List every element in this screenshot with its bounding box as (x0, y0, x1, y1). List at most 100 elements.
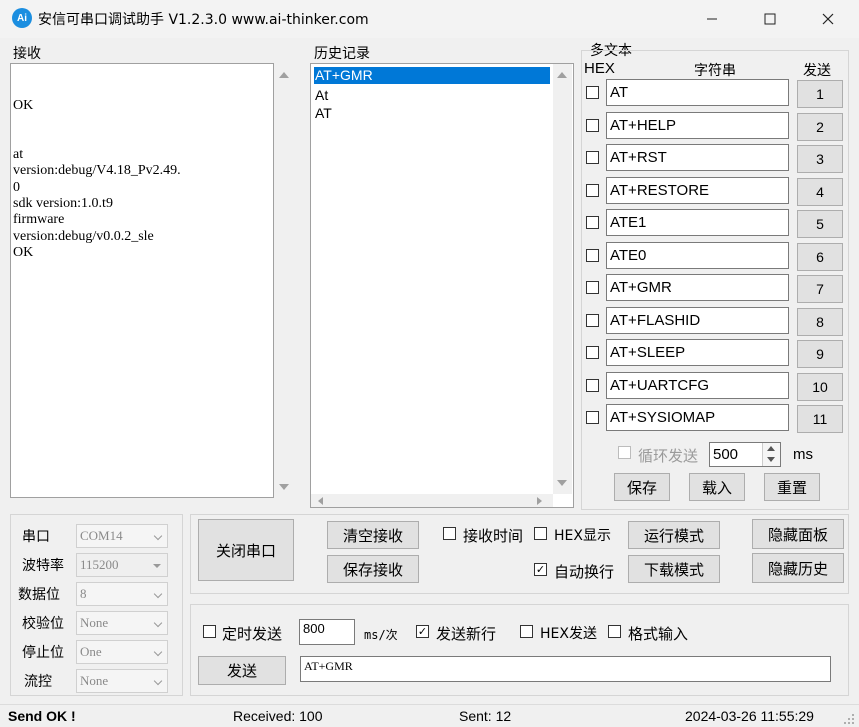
timed-interval-field[interactable]: 800 (299, 619, 355, 645)
port-label: 串口 (22, 529, 50, 545)
download-mode-button[interactable]: 下载模式 (628, 555, 720, 583)
parity-select[interactable]: None (76, 611, 168, 635)
multi-text-field[interactable]: AT+GMR (606, 274, 789, 301)
multi-text-field[interactable]: AT+RESTORE (606, 177, 789, 204)
hex-checkbox[interactable] (586, 216, 599, 229)
multi-text-field[interactable]: ATE1 (606, 209, 789, 236)
loop-interval-spinner[interactable] (762, 443, 780, 466)
hex-checkbox[interactable] (586, 184, 599, 197)
multi-text-field[interactable]: AT (606, 79, 789, 106)
hex-checkbox[interactable] (586, 86, 599, 99)
hex-checkbox[interactable] (586, 249, 599, 262)
baud-select[interactable]: 115200 (76, 553, 168, 577)
scroll-up-icon[interactable] (279, 72, 289, 78)
flow-value: None (80, 673, 109, 688)
history-list[interactable] (310, 63, 574, 508)
scroll-down-icon[interactable] (557, 480, 567, 486)
dropdown-arrow-icon (153, 564, 161, 568)
hide-history-button[interactable]: 隐藏历史 (752, 553, 844, 583)
hex-checkbox[interactable] (586, 281, 599, 294)
load-multi-button[interactable]: 载入 (689, 473, 745, 501)
history-vscrollbar[interactable] (553, 64, 572, 494)
stopbits-label: 停止位 (22, 645, 64, 661)
loop-send-label: 循环发送 (638, 447, 699, 465)
multi-text-field[interactable]: AT+HELP (606, 112, 789, 139)
multi-send-button[interactable]: 8 (797, 308, 843, 336)
close-port-button[interactable]: 关闭串口 (198, 519, 294, 581)
port-select[interactable]: COM14 (76, 524, 168, 548)
multi-send-button[interactable]: 3 (797, 145, 843, 173)
stopbits-select[interactable]: One (76, 640, 168, 664)
close-icon (822, 13, 834, 25)
run-mode-button[interactable]: 运行模式 (628, 521, 720, 549)
scroll-left-icon[interactable] (318, 497, 323, 505)
scroll-up-icon[interactable] (557, 72, 567, 78)
status-result: Send OK ! (8, 708, 76, 724)
multi-text-field[interactable]: AT+SYSIOMAP (606, 404, 789, 431)
timed-send-label: 定时发送 (222, 625, 283, 643)
spin-up-icon[interactable] (767, 446, 775, 451)
multi-send-button[interactable]: 11 (797, 405, 843, 433)
history-item[interactable]: AT (314, 105, 550, 122)
multi-send-button[interactable]: 7 (797, 275, 843, 303)
multi-send-button[interactable]: 4 (797, 178, 843, 206)
hex-checkbox[interactable] (586, 346, 599, 359)
hide-panel-button[interactable]: 隐藏面板 (752, 519, 844, 549)
scroll-right-icon[interactable] (537, 497, 542, 505)
status-received: Received: 100 (233, 708, 323, 724)
multi-send-button[interactable]: 10 (797, 373, 843, 401)
hex-send-checkbox[interactable] (520, 625, 533, 638)
hex-checkbox[interactable] (586, 119, 599, 132)
auto-newline-checkbox[interactable] (534, 563, 547, 576)
history-item[interactable]: AT+GMR (314, 67, 550, 84)
hex-checkbox[interactable] (586, 411, 599, 424)
multi-send-button[interactable]: 9 (797, 340, 843, 368)
resize-grip-icon[interactable] (843, 712, 855, 724)
hex-checkbox[interactable] (586, 379, 599, 392)
history-label: 历史记录 (314, 46, 370, 62)
hex-checkbox[interactable] (586, 314, 599, 327)
status-sent: Sent: 12 (459, 708, 512, 724)
multi-send-button[interactable]: 6 (797, 243, 843, 271)
receive-text: OK at version:debug/V4.18_Pv2.49. 0 sdk … (13, 98, 181, 260)
receive-time-checkbox[interactable] (443, 527, 456, 540)
hex-display-label: HEX显示 (554, 528, 611, 544)
databits-select[interactable]: 8 (76, 582, 168, 606)
send-newline-checkbox[interactable] (416, 625, 429, 638)
format-input-checkbox[interactable] (608, 625, 621, 638)
save-receive-button[interactable]: 保存接收 (327, 555, 419, 583)
hex-checkbox[interactable] (586, 151, 599, 164)
save-multi-button[interactable]: 保存 (614, 473, 670, 501)
stopbits-value: One (80, 644, 102, 659)
history-hscrollbar[interactable] (311, 494, 553, 507)
minimize-button[interactable] (683, 0, 741, 38)
history-item[interactable]: At (314, 87, 550, 104)
receive-time-label: 接收时间 (463, 527, 524, 545)
receive-scrollbar[interactable] (275, 63, 294, 498)
loop-send-checkbox[interactable] (618, 446, 631, 459)
timed-send-checkbox[interactable] (203, 625, 216, 638)
parity-value: None (80, 615, 109, 630)
multi-text-field[interactable]: AT+FLASHID (606, 307, 789, 334)
hex-display-checkbox[interactable] (534, 527, 547, 540)
chevron-down-icon (153, 618, 163, 628)
reset-multi-button[interactable]: 重置 (764, 473, 820, 501)
flow-select[interactable]: None (76, 669, 168, 693)
multi-text-field[interactable]: AT+SLEEP (606, 339, 789, 366)
maximize-button[interactable] (741, 0, 799, 38)
multi-text-field[interactable]: AT+RST (606, 144, 789, 171)
spin-down-icon[interactable] (767, 457, 775, 462)
string-column-label: 字符串 (694, 63, 736, 79)
clear-receive-button[interactable]: 清空接收 (327, 521, 419, 549)
multi-send-button[interactable]: 1 (797, 80, 843, 108)
close-window-button[interactable] (799, 0, 857, 38)
scroll-down-icon[interactable] (279, 484, 289, 490)
multi-send-button[interactable]: 5 (797, 210, 843, 238)
multi-text-field[interactable]: AT+UARTCFG (606, 372, 789, 399)
maximize-icon (764, 13, 776, 25)
port-value: COM14 (80, 528, 123, 543)
multi-send-button[interactable]: 2 (797, 113, 843, 141)
send-button[interactable]: 发送 (198, 656, 286, 685)
send-text-field[interactable]: AT+GMR (300, 656, 831, 682)
multi-text-field[interactable]: ATE0 (606, 242, 789, 269)
